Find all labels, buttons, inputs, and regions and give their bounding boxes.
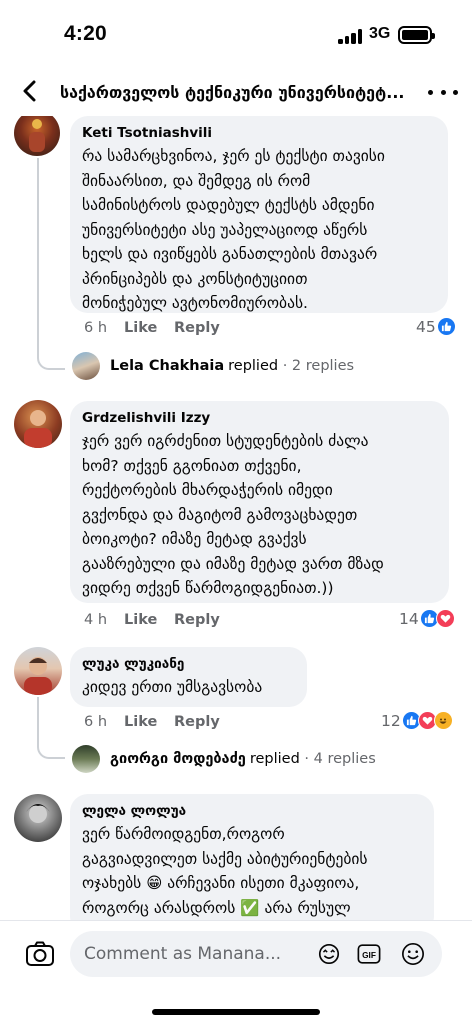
comment-line: ვიდრე თქვენ წარმოგიდგენიათ.)) <box>82 579 334 597</box>
haha-reaction-icon <box>433 711 453 730</box>
reaction-summary[interactable]: 45 <box>416 317 456 336</box>
gif-icon[interactable]: GIF <box>357 942 381 966</box>
comment-actions: 4 h Like Reply <box>84 612 220 628</box>
battery-icon <box>398 26 435 44</box>
comment-line: შინაარსით, და შემდეგ ის რომ <box>82 171 311 190</box>
comment-line: გააზრებული და იმაზე მეტად ვართ მზად <box>82 554 384 573</box>
comment-actions: 6 h Like Reply <box>84 320 220 336</box>
reaction-count: 14 <box>399 609 419 628</box>
camera-icon[interactable] <box>24 938 56 970</box>
comment-line: სამინისტროს დადებულ ტექსტს ამდენი <box>82 196 375 214</box>
comment-line: ხომ? თქვენ გგონიათ თქვენი, <box>82 456 302 475</box>
comment-line: ოჯახებს 😁 არჩევანი ისეთი მკაფიოა, <box>82 874 360 892</box>
avatar[interactable] <box>14 647 62 695</box>
reaction-summary[interactable]: 14 <box>399 609 455 628</box>
reply-count: · 2 replies <box>282 358 355 374</box>
reply-author: Lela Chakhaia <box>110 358 225 374</box>
comment-line: პრინციპებს და კონსტიტუციით <box>82 269 308 288</box>
like-reaction-icon <box>436 317 456 336</box>
home-indicator <box>152 1009 320 1015</box>
comment-line: გვქონდა და მაგიტომ გამოვაცხადეთ <box>82 505 358 524</box>
comment-line: კიდევ ერთი უმსგავსობა <box>82 678 263 696</box>
status-bar: 4:20 3G <box>0 0 472 70</box>
comment-time: 6 h <box>84 714 108 730</box>
comment-bubble[interactable]: ლუკა ლუკიანე კიდევ ერთი უმსგავსობა <box>70 647 307 707</box>
comment-bubble[interactable]: Keti Tsotniashvili რა სამარცხვინოა, ჯერ … <box>70 116 448 313</box>
replies-link[interactable]: Lela Chakhaia replied · 2 replies <box>72 352 354 380</box>
avatar[interactable] <box>14 794 62 842</box>
like-button[interactable]: Like <box>124 612 174 628</box>
page-title: საქართველოს ტექნიკური უნივერსიტეტ... <box>60 83 405 102</box>
avatar[interactable] <box>14 116 60 156</box>
love-reaction-icon <box>435 609 455 628</box>
comment-line: რა სამარცხვინოა, ჯერ ეს ტექსტი თავისი <box>82 147 385 165</box>
comment-author[interactable]: ლუკა ლუკიანე <box>82 655 295 673</box>
comment-line: უნივერსიტეტი ასე უაპელაციოდ აწერს <box>82 220 368 239</box>
like-button[interactable]: Like <box>124 320 174 336</box>
status-time: 4:20 <box>64 22 107 45</box>
reply-author: გიორგი მოდებაძე <box>110 751 246 767</box>
network-label: 3G <box>369 25 391 42</box>
comment-line: გაგვიადვილეთ საქმე აბიტურიენტების <box>82 849 368 868</box>
comment-text: ჯერ ვერ იგრძენით სტუდენტების ძალა ხომ? თ… <box>82 429 437 601</box>
comment-bubble[interactable]: ლელა ლოლუა ვერ წარმოიდგენთ,როგორ გაგვიად… <box>70 794 434 920</box>
avatar[interactable] <box>14 400 62 448</box>
reply-count: · 4 replies <box>304 751 376 767</box>
comment-line: ბოიკოტი? იმაზე მეტად გვაქვს <box>82 530 307 548</box>
thread-line <box>37 158 65 370</box>
sticker-icon[interactable] <box>317 942 341 966</box>
comment-line: რექტორების მხარდაჭერის იმედი <box>82 481 333 499</box>
comment-time: 4 h <box>84 612 108 628</box>
comment-author[interactable]: ლელა ლოლუა <box>82 802 422 820</box>
avatar <box>72 352 100 380</box>
comment-input[interactable]: Comment as Manana... GIF <box>70 931 442 977</box>
back-icon[interactable] <box>14 76 44 106</box>
comment-text: კიდევ ერთი უმსგავსობა <box>82 675 295 700</box>
thread-line <box>37 697 65 759</box>
comment-line: ხელს და ივიწყებს განათლების მთავარ <box>82 245 378 263</box>
comment-text: ვერ წარმოიდგენთ,როგორ გაგვიადვილეთ საქმე… <box>82 822 422 920</box>
comment-feed[interactable]: Keti Tsotniashvili რა სამარცხვინოა, ჯერ … <box>0 116 472 920</box>
reply-button[interactable]: Reply <box>174 714 220 730</box>
reaction-count: 45 <box>416 317 436 336</box>
comment-actions: 6 h Like Reply <box>84 714 220 730</box>
comment-line: ვერ წარმოიდგენთ,როგორ <box>82 825 285 843</box>
comment-text: რა სამარცხვინოა, ჯერ ეს ტექსტი თავისი ში… <box>82 144 436 316</box>
replied-label: replied <box>228 358 279 374</box>
comment-placeholder: Comment as Manana... <box>84 944 282 964</box>
comment-line: მონიჭებულ ავტონომიურობას. <box>82 294 308 312</box>
comment-time: 6 h <box>84 320 108 336</box>
comment-line: ჯერ ვერ იგრძენით სტუდენტების ძალა <box>82 432 369 450</box>
reply-button[interactable]: Reply <box>174 320 220 336</box>
svg-text:GIF: GIF <box>362 950 376 960</box>
replied-label: replied <box>249 751 300 767</box>
header: საქართველოს ტექნიკური უნივერსიტეტ... <box>0 70 472 116</box>
reply-button[interactable]: Reply <box>174 612 220 628</box>
comment-author[interactable]: Grdzelishvili Izzy <box>82 409 437 427</box>
reaction-count: 12 <box>381 711 401 730</box>
comment-composer: Comment as Manana... GIF <box>0 920 472 1024</box>
emoji-icon[interactable] <box>401 942 425 966</box>
avatar <box>72 745 100 773</box>
reaction-summary[interactable]: 12 <box>381 711 453 730</box>
comment-bubble[interactable]: Grdzelishvili Izzy ჯერ ვერ იგრძენით სტუდ… <box>70 401 449 603</box>
more-icon[interactable] <box>428 82 458 102</box>
replies-link[interactable]: გიორგი მოდებაძე replied · 4 replies <box>72 745 376 773</box>
signal-icon <box>338 28 364 44</box>
like-button[interactable]: Like <box>124 714 174 730</box>
comment-author[interactable]: Keti Tsotniashvili <box>82 124 436 142</box>
comment-line: როგორც არასდროს ✅ არა რუსულ <box>82 898 351 917</box>
